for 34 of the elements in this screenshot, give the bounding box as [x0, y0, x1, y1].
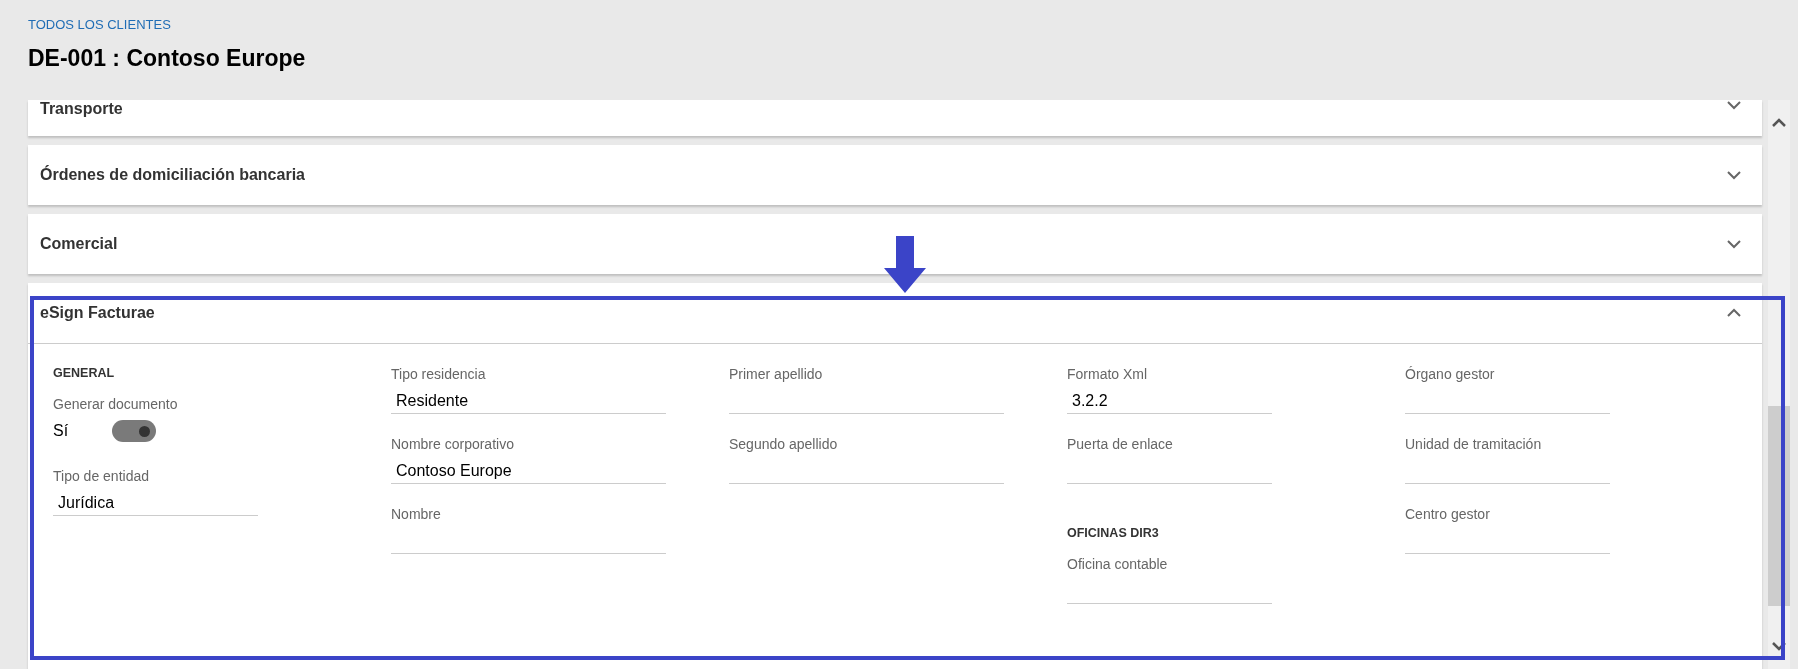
section-title[interactable]: Transporte	[40, 100, 123, 118]
field-label: Generar documento	[53, 396, 179, 414]
field-label: Formato Xml	[1067, 366, 1149, 384]
field-label: Primer apellido	[729, 366, 824, 384]
chevron-down-icon[interactable]	[1726, 239, 1742, 249]
toggle-switch[interactable]	[112, 420, 156, 442]
breadcrumb-link[interactable]: TODOS LOS CLIENTES	[28, 17, 171, 32]
field-label: Oficina contable	[1067, 556, 1169, 574]
down-arrow-icon	[883, 236, 927, 294]
field-label: Nombre	[391, 506, 442, 524]
field-label: Nombre corporativo	[391, 436, 515, 454]
field-label: Unidad de tramitación	[1405, 436, 1543, 454]
input-field[interactable]: Residente	[391, 386, 666, 414]
field-label: Segundo apellido	[729, 436, 839, 454]
field-label: Centro gestor	[1405, 506, 1491, 524]
section-title[interactable]: Comercial	[40, 235, 118, 253]
input-field[interactable]: Jurídica	[53, 488, 258, 516]
chevron-down-icon[interactable]	[1726, 170, 1742, 180]
chevron-down-icon[interactable]	[1726, 100, 1742, 110]
group-heading: OFICINAS DIR3	[1067, 526, 1160, 540]
scroll-up-icon[interactable]	[1772, 118, 1786, 128]
input-field[interactable]: 3.2.2	[1067, 386, 1272, 414]
field-label: Tipo residencia	[391, 366, 487, 384]
section-title[interactable]: eSign Facturae	[40, 304, 155, 322]
group-heading: GENERAL	[53, 366, 116, 380]
section-title[interactable]: Órdenes de domiciliación bancaria	[40, 166, 305, 184]
scroll-down-icon[interactable]	[1772, 641, 1786, 651]
field-label: Tipo de entidad	[53, 468, 150, 486]
page-title: DE-001 : Contoso Europe	[28, 45, 307, 72]
toggle-value: Sí	[53, 422, 70, 440]
field-label: Órgano gestor	[1405, 366, 1496, 384]
input-field[interactable]: Contoso Europe	[391, 456, 666, 484]
field-label: Puerta de enlace	[1067, 436, 1174, 454]
chevron-up-icon[interactable]	[1726, 308, 1742, 318]
